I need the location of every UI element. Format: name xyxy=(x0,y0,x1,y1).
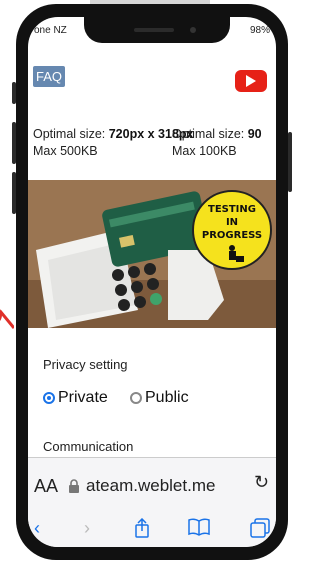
max-size-left: Max 500KB xyxy=(33,143,98,158)
speaker-grille xyxy=(134,28,174,32)
badge-line-1: TESTING xyxy=(208,204,256,215)
banner-image: TESTING IN PROGRESS xyxy=(28,180,276,328)
radio-private[interactable] xyxy=(43,392,55,404)
radio-private-label: Private xyxy=(58,389,108,406)
reload-icon[interactable]: ↻ xyxy=(254,472,269,493)
power-button xyxy=(288,132,292,192)
privacy-option-public[interactable]: Public xyxy=(130,389,189,407)
carrier-label: one NZ xyxy=(34,25,67,36)
forward-icon[interactable]: › xyxy=(84,518,90,539)
battery-indicator: 98% xyxy=(250,25,270,36)
badge-line-2: IN xyxy=(225,217,239,228)
size-prefix-right: Optimal size: xyxy=(172,127,248,141)
lock-icon xyxy=(69,479,79,493)
screen: one NZ 98% FAQ Optimal size: 720px x 318… xyxy=(28,17,276,547)
url-text: ateam.weblet.me xyxy=(86,476,216,495)
size-prefix-left: Optimal size: xyxy=(33,127,109,141)
tabs-icon[interactable] xyxy=(250,518,270,543)
mute-switch xyxy=(12,82,16,104)
back-icon[interactable]: ‹ xyxy=(34,518,40,539)
text-size-button[interactable]: AA xyxy=(34,476,58,497)
volume-down-button xyxy=(12,172,16,214)
volume-up-button xyxy=(12,122,16,164)
radio-public-label: Public xyxy=(145,389,189,406)
max-size-right: Max 100KB xyxy=(172,143,237,158)
privacy-option-private[interactable]: Private xyxy=(43,389,108,407)
bookmarks-icon[interactable] xyxy=(188,518,210,541)
share-icon[interactable] xyxy=(134,517,150,543)
safari-bottom-bar: AA ateam.weblet.me ↻ ‹ › xyxy=(28,457,276,547)
phone-frame: one NZ 98% FAQ Optimal size: 720px x 318… xyxy=(12,4,292,560)
banner-size-info: Optimal size: 720px x 318px Max 500KB xyxy=(33,126,194,160)
faq-button[interactable]: FAQ xyxy=(33,66,66,87)
worker-icon xyxy=(229,245,244,262)
notch xyxy=(84,17,230,43)
badge-line-3: PROGRESS xyxy=(201,230,263,241)
battery-percent: 98% xyxy=(249,25,270,36)
radio-public[interactable] xyxy=(130,392,142,404)
red-arrow-marker xyxy=(0,309,14,329)
address-bar[interactable]: ateam.weblet.me xyxy=(68,476,215,496)
privacy-setting-label: Privacy setting xyxy=(43,357,128,372)
testing-in-progress-badge: TESTING IN PROGRESS xyxy=(192,190,272,270)
size-value-right: 90 xyxy=(247,127,262,141)
logo-size-info: Optimal size: 90 Max 100KB xyxy=(172,126,262,160)
youtube-icon[interactable] xyxy=(235,70,267,92)
communication-label: Communication xyxy=(43,439,134,454)
front-camera xyxy=(190,27,196,33)
